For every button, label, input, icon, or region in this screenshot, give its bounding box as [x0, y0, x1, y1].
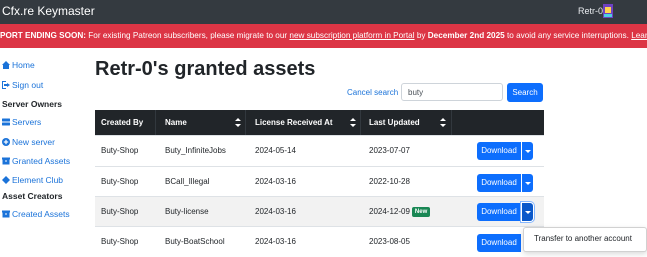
download-dropdown-toggle[interactable] — [522, 174, 533, 192]
table-header: Created By Name License Received At Last… — [95, 110, 544, 135]
server-icon — [2, 118, 10, 126]
box-icon — [2, 157, 10, 165]
column-header-created-by[interactable]: Created By — [101, 110, 143, 135]
caret-down-icon — [525, 182, 531, 185]
cell-name: Buty_InfiniteJobs — [165, 146, 226, 155]
caret-down-icon — [525, 150, 531, 153]
cell-updated: 2023-08-05 — [369, 237, 410, 246]
cell-received: 2024-05-14 — [255, 146, 296, 155]
cell-received: 2024-03-16 — [255, 207, 296, 216]
sidebar-item-label: Servers — [12, 117, 42, 127]
download-dropdown-toggle[interactable] — [522, 203, 533, 221]
banner-learn-more-link[interactable]: Learn more. — [631, 31, 647, 40]
user-avatar-icon[interactable] — [603, 4, 613, 18]
download-button[interactable]: Download — [477, 203, 521, 221]
column-divider — [360, 110, 361, 135]
diamond-icon — [2, 176, 10, 184]
banner-heading: PORT ENDING SOON: — [0, 31, 86, 40]
sort-icon[interactable] — [235, 118, 241, 127]
banner-text: to avoid any service interruptions. — [504, 31, 632, 40]
download-dropdown-menu: Transfer to another account — [523, 227, 647, 252]
banner-portal-link[interactable]: new subscription platform in Portal — [289, 31, 414, 40]
brand-logo-text[interactable]: Cfx.re Keymaster — [2, 4, 95, 18]
search-button[interactable]: Search — [507, 83, 543, 102]
home-icon — [2, 61, 10, 69]
column-divider — [155, 110, 156, 135]
cell-received: 2024-03-16 — [255, 237, 296, 246]
cell-name: Buty-BoatSchool — [165, 237, 225, 246]
sidebar-item-home[interactable]: Home — [2, 60, 35, 70]
sign-out-icon — [2, 81, 10, 89]
sidebar-item-label: Sign out — [12, 80, 44, 90]
column-header-license-received[interactable]: License Received At — [255, 110, 333, 135]
transfer-account-menu-item[interactable]: Transfer to another account — [534, 228, 632, 249]
sidebar-item-label: Element Club — [12, 175, 64, 185]
download-button-group: Download — [477, 203, 533, 221]
sidebar-heading-asset-creators: Asset Creators — [2, 191, 63, 201]
column-header-name[interactable]: Name — [165, 110, 187, 135]
cancel-search-link[interactable]: Cancel search — [347, 88, 398, 97]
banner-date: December 2nd 2025 — [427, 31, 505, 40]
caret-down-icon — [525, 211, 531, 214]
cell-created-by: Buty-Shop — [101, 177, 139, 186]
cell-created-by: Buty-Shop — [101, 237, 139, 246]
box-icon — [2, 210, 10, 218]
plus-circle-icon — [2, 138, 10, 146]
cell-updated: 2023-07-07 — [369, 146, 410, 155]
column-divider — [245, 110, 246, 135]
banner-text: by — [414, 31, 428, 40]
sidebar-heading-server-owners: Server Owners — [2, 99, 63, 109]
download-button[interactable]: Download — [477, 174, 521, 192]
table-row: Buty-Shop Buty-license 2024-03-16 2024-1… — [95, 196, 544, 227]
updated-date: 2024-12-09 — [369, 207, 410, 216]
download-button[interactable]: Download — [477, 142, 521, 160]
download-button[interactable]: Download — [477, 234, 521, 252]
new-badge: New — [411, 207, 431, 217]
sidebar-item-element-club[interactable]: Element Club — [2, 175, 63, 185]
sidebar-item-label: Granted Assets — [12, 156, 71, 166]
download-dropdown-toggle[interactable] — [522, 142, 533, 160]
cell-created-by: Buty-Shop — [101, 207, 139, 216]
user-menu[interactable]: Retr-0 — [578, 6, 603, 16]
page-title: Retr-0's granted assets — [95, 58, 316, 80]
cell-received: 2024-03-16 — [255, 177, 296, 186]
banner-text: For existing Patreon subscribers, please… — [85, 31, 290, 40]
sidebar-item-granted-assets[interactable]: Granted Assets — [2, 156, 70, 166]
search-input[interactable] — [401, 83, 503, 101]
cell-updated: 2024-12-09 New — [369, 197, 431, 227]
table-row: Buty-Shop Buty-BoatSchool 2024-03-16 202… — [95, 226, 544, 257]
alert-banner: PORT ENDING SOON: For existing Patreon s… — [0, 24, 647, 48]
sidebar-item-created-assets[interactable]: Created Assets — [2, 209, 70, 219]
column-divider — [451, 110, 452, 135]
sidebar-item-signout[interactable]: Sign out — [2, 80, 43, 90]
cell-name: Buty-license — [165, 207, 209, 216]
download-button-group: Download — [477, 174, 533, 192]
sidebar-item-new-server[interactable]: New server — [2, 137, 55, 147]
table-row: Buty-Shop Buty_InfiniteJobs 2024-05-14 2… — [95, 135, 544, 166]
table-row: Buty-Shop BCall_Illegal 2024-03-16 2022-… — [95, 166, 544, 197]
sidebar-item-servers[interactable]: Servers — [2, 117, 41, 127]
cell-updated: 2022-10-28 — [369, 177, 410, 186]
sort-icon[interactable] — [350, 118, 356, 127]
download-button-group: Download — [477, 142, 533, 160]
cell-name: BCall_Illegal — [165, 177, 210, 186]
sort-icon[interactable] — [440, 118, 446, 127]
column-header-last-updated[interactable]: Last Updated — [369, 110, 420, 135]
sidebar-item-label: Created Assets — [12, 209, 70, 219]
top-navbar: Cfx.re Keymaster Retr-0 — [0, 0, 647, 24]
cell-created-by: Buty-Shop — [101, 146, 139, 155]
sidebar-item-label: Home — [12, 60, 35, 70]
sidebar-item-label: New server — [12, 137, 55, 147]
